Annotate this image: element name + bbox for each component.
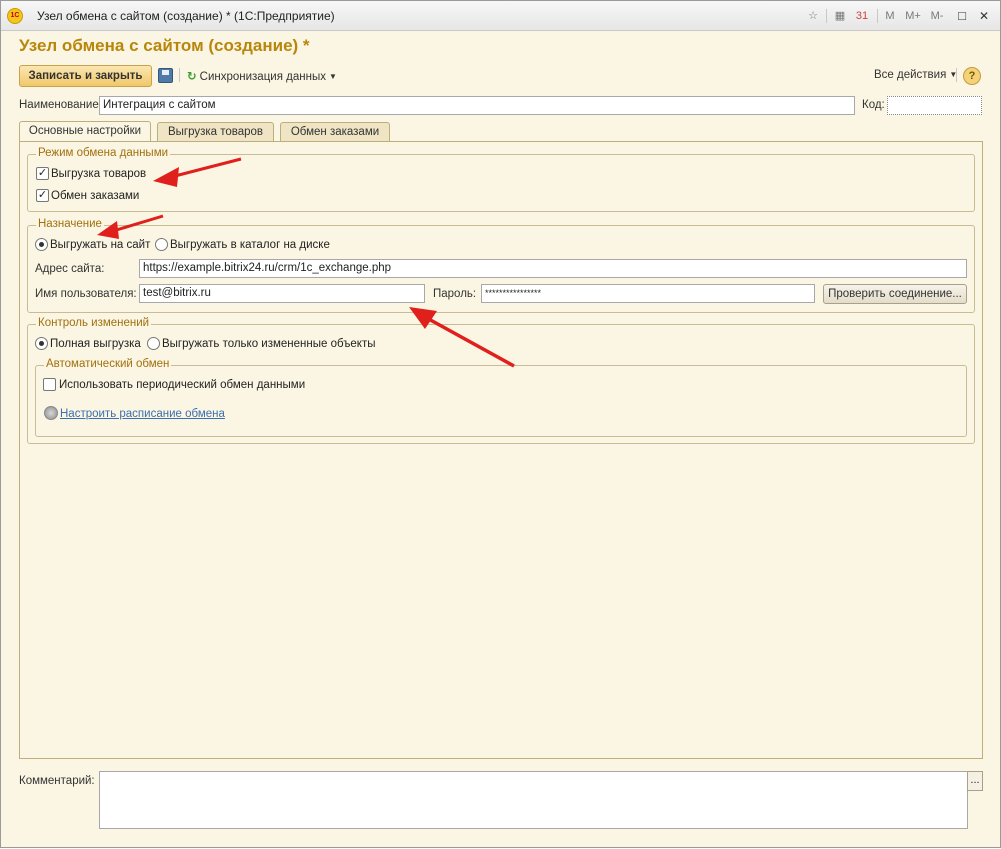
export-to-site-radio[interactable] (35, 238, 48, 251)
tab-goods-export[interactable]: Выгрузка товаров (157, 122, 274, 141)
exchange-mode-title: Режим обмена данными (36, 147, 171, 159)
chevron-down-icon: ▼ (328, 72, 337, 81)
app-logo-icon: 1С (7, 8, 23, 24)
window-title: Узел обмена с сайтом (создание) * (1С:Пр… (37, 9, 335, 23)
auto-exchange-group: Автоматический обмен (35, 358, 967, 437)
toolbar-separator (826, 9, 827, 23)
site-address-label: Адрес сайта: (35, 263, 105, 275)
favorites-icon[interactable]: ☆ (806, 8, 820, 24)
export-to-disk-label: Выгружать в каталог на диске (170, 239, 330, 251)
title-bar: 1С Узел обмена с сайтом (создание) * (1С… (1, 1, 1000, 31)
username-input[interactable]: test@bitrix.ru (139, 284, 425, 303)
toolbar-separator (877, 9, 878, 23)
auto-exchange-title: Автоматический обмен (44, 358, 172, 370)
memory-m-button[interactable]: M (883, 8, 897, 24)
configure-schedule-link[interactable]: Настроить расписание обмена (60, 408, 225, 420)
all-actions-label: Все действия (874, 69, 947, 81)
all-actions-button[interactable]: Все действия ▼ (874, 69, 957, 81)
help-button[interactable]: ? (963, 67, 981, 85)
form-window: 1С Узел обмена с сайтом (создание) * (1С… (0, 0, 1001, 848)
check-connection-button[interactable]: Проверить соединение... (823, 284, 967, 304)
full-export-label: Полная выгрузка (50, 338, 141, 350)
site-address-input[interactable]: https://example.bitrix24.ru/crm/1c_excha… (139, 259, 967, 278)
comment-select-button[interactable]: ... (967, 771, 983, 791)
save-and-close-button[interactable]: Записать и закрыть (19, 65, 152, 87)
password-label: Пароль: (433, 288, 477, 300)
memory-minus-button[interactable]: M- (927, 8, 947, 24)
destination-title: Назначение (36, 218, 104, 230)
periodic-exchange-label: Использовать периодический обмен данными (59, 379, 306, 391)
maximize-icon[interactable]: □ (954, 8, 970, 24)
calendar-icon[interactable]: 31 (855, 8, 869, 24)
full-export-radio[interactable] (35, 337, 48, 350)
name-label: Наименование: (19, 99, 102, 111)
order-exchange-checkbox[interactable]: ✓ (36, 189, 49, 202)
sync-data-button[interactable]: ↻ Синхронизация данных ▼ (187, 69, 337, 83)
close-icon[interactable]: ✕ (976, 8, 992, 24)
sync-label: Синхронизация данных (199, 71, 326, 83)
save-icon[interactable] (158, 68, 173, 83)
sync-icon: ↻ (187, 71, 197, 83)
username-label: Имя пользователя: (35, 288, 137, 300)
code-input[interactable] (887, 96, 982, 115)
change-control-title: Контроль изменений (36, 317, 152, 329)
export-goods-label: Выгрузка товаров (51, 168, 147, 180)
comment-textarea[interactable] (99, 771, 968, 829)
memory-plus-button[interactable]: M+ (903, 8, 923, 24)
form-title: Узел обмена с сайтом (создание) * (19, 36, 310, 55)
export-goods-checkbox[interactable]: ✓ (36, 167, 49, 180)
export-to-disk-radio[interactable] (155, 238, 168, 251)
export-to-site-label: Выгружать на сайт (50, 239, 151, 251)
exchange-mode-group: Режим обмена данными (27, 147, 975, 212)
tab-order-exchange[interactable]: Обмен заказами (280, 122, 390, 141)
toolbar-separator (956, 68, 957, 82)
calculator-icon[interactable]: ▦ (833, 8, 847, 24)
periodic-exchange-checkbox[interactable] (43, 378, 56, 391)
name-input[interactable]: Интеграция с сайтом (99, 96, 855, 115)
comment-label: Комментарий: (19, 775, 95, 787)
changed-only-radio[interactable] (147, 337, 160, 350)
code-label: Код: (862, 99, 885, 111)
changed-only-label: Выгружать только измененные объекты (162, 338, 376, 350)
tab-main-settings[interactable]: Основные настройки (19, 121, 151, 142)
schedule-icon (44, 406, 58, 420)
order-exchange-label: Обмен заказами (51, 190, 140, 202)
toolbar-separator (179, 68, 180, 82)
password-input[interactable]: **************** (481, 284, 815, 303)
